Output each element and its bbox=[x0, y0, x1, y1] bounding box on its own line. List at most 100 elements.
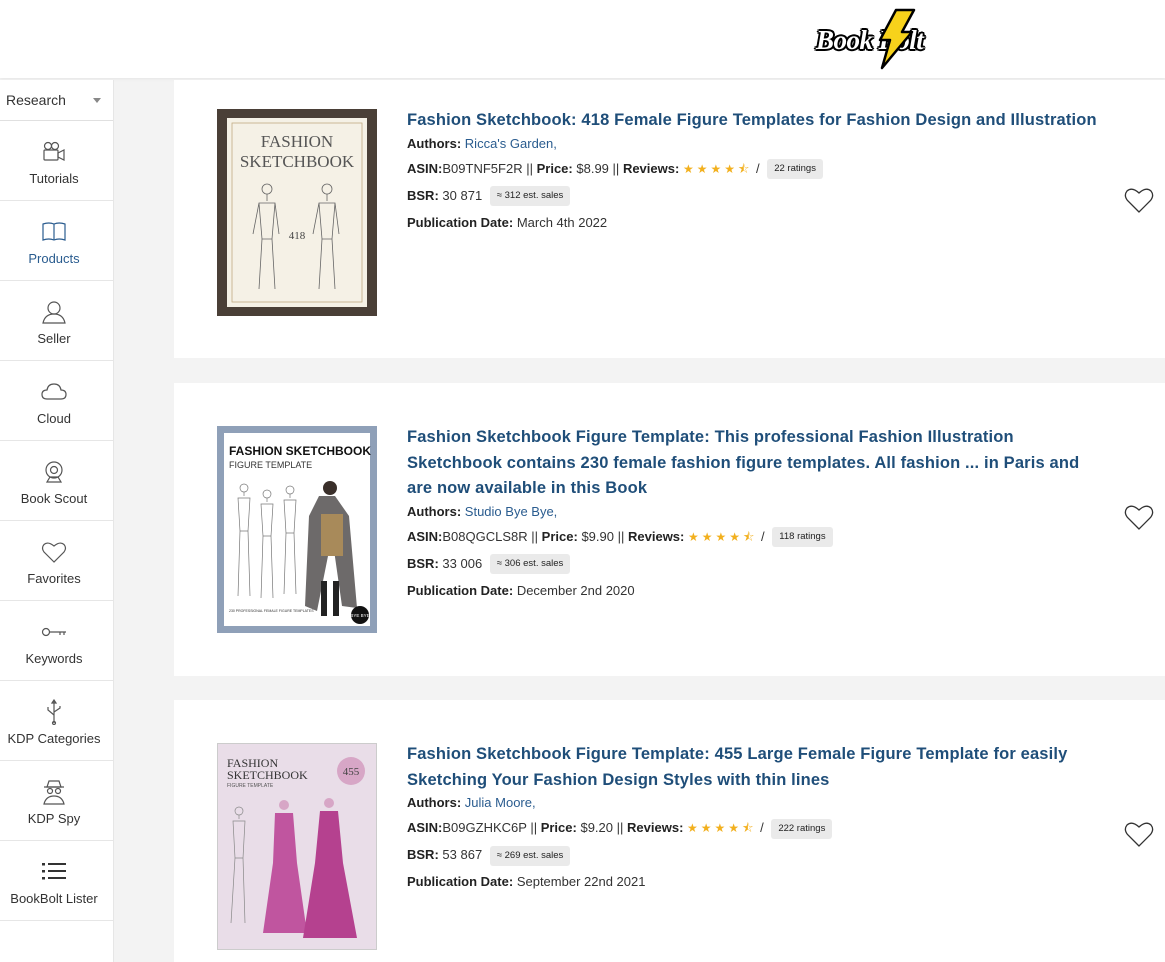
cover-title-line1: FASHION SKETCHBOOK bbox=[229, 444, 371, 458]
top-bar: Book Bolt bbox=[0, 0, 1165, 78]
authors-row: Authors: Ricca's Garden, bbox=[407, 136, 1107, 152]
author-link[interactable]: Studio Bye Bye, bbox=[465, 504, 558, 519]
price-value: $9.20 bbox=[580, 820, 614, 835]
sidebar-item-cloud[interactable]: Cloud bbox=[0, 361, 113, 441]
cover-title-line1: FASHION bbox=[261, 132, 333, 151]
product-title-link[interactable]: Fashion Sketchbook Figure Template: This… bbox=[407, 425, 1107, 502]
authors-label: Authors: bbox=[407, 503, 462, 519]
cover-number: 455 bbox=[343, 766, 360, 778]
author-link[interactable]: Ricca's Garden, bbox=[465, 136, 557, 151]
product-card: FASHION SKETCHBOOK 418 Fashion Sketchboo… bbox=[174, 80, 1165, 358]
publication-date-label: Publication Date: bbox=[407, 874, 514, 889]
separator: || bbox=[530, 820, 538, 835]
sidebar-item-products[interactable]: Products bbox=[0, 201, 113, 281]
reviews-label: Reviews: bbox=[622, 160, 680, 176]
bsr-value: 30 871 bbox=[442, 187, 483, 203]
list-icon bbox=[42, 863, 66, 880]
favorite-heart-icon[interactable] bbox=[1124, 503, 1154, 531]
sidebar-item-label: BookBolt Lister bbox=[10, 891, 98, 906]
separator: / bbox=[761, 528, 765, 544]
publication-date-value: September 22nd 2021 bbox=[516, 874, 646, 889]
cover-title-line3: FIGURE TEMPLATE bbox=[227, 783, 274, 789]
asin-value: B09GZHKC6P bbox=[442, 820, 527, 835]
cover-badge: BYE BYE bbox=[350, 613, 369, 618]
sidebar-item-favorites[interactable]: Favorites bbox=[0, 521, 113, 601]
sidebar-item-label: KDP Categories bbox=[7, 731, 101, 746]
sidebar-item-label: KDP Spy bbox=[27, 811, 81, 826]
separator: || bbox=[526, 160, 533, 176]
est-sales-badge: ≈ 269 est. sales bbox=[489, 845, 571, 866]
research-dropdown[interactable]: Research bbox=[0, 80, 113, 121]
lightning-bolt-icon bbox=[878, 8, 916, 70]
sidebar-item-bookbolt-lister[interactable]: BookBolt Lister bbox=[0, 841, 113, 921]
research-dropdown-label: Research bbox=[6, 92, 66, 108]
price-value: $8.99 bbox=[576, 160, 609, 176]
product-title-link[interactable]: Fashion Sketchbook: 418 Female Figure Te… bbox=[407, 108, 1107, 134]
sidebar-item-seller[interactable]: Seller bbox=[0, 281, 113, 361]
asin-value: B08QGCLS8R bbox=[442, 528, 528, 544]
cloud-icon bbox=[41, 383, 67, 400]
book-cover-image[interactable]: FASHION SKETCHBOOK 418 bbox=[217, 109, 377, 316]
user-icon bbox=[42, 301, 66, 324]
bsr-row: BSR: 53 867 ≈ 269 est. sales bbox=[407, 845, 1107, 866]
sidebar-item-kdp-spy[interactable]: KDP Spy bbox=[0, 761, 113, 841]
sidebar-item-label: Favorites bbox=[27, 571, 81, 586]
author-link[interactable]: Julia Moore, bbox=[465, 795, 536, 810]
heart-icon bbox=[41, 542, 67, 563]
separator: / bbox=[755, 160, 760, 176]
product-title-link[interactable]: Fashion Sketchbook Figure Template: 455 … bbox=[407, 742, 1107, 793]
asin-price-reviews-row: ASIN:B09TNF5F2R || Price: $8.99 || Revie… bbox=[407, 159, 1107, 180]
webcam-icon bbox=[45, 461, 63, 483]
cover-title-line2: SKETCHBOOK bbox=[227, 768, 308, 782]
separator: || bbox=[617, 528, 625, 544]
caret-down-icon bbox=[93, 98, 101, 103]
sidebar-item-kdp-categories[interactable]: KDP Categories bbox=[0, 681, 113, 761]
cover-title-line2: SKETCHBOOK bbox=[240, 152, 355, 171]
ratings-count-badge: 118 ratings bbox=[772, 527, 833, 548]
star-rating: ★★★★⯪ bbox=[687, 821, 757, 835]
price-value: $9.90 bbox=[581, 528, 614, 544]
publication-date-value: March 4th 2022 bbox=[516, 214, 608, 230]
cover-number: 418 bbox=[289, 230, 306, 242]
sidebar-item-label: Keywords bbox=[25, 651, 83, 666]
bsr-value: 33 006 bbox=[442, 555, 483, 571]
sidebar-item-tutorials[interactable]: Tutorials bbox=[0, 121, 113, 201]
usb-icon bbox=[47, 699, 61, 725]
publication-date-label: Publication Date: bbox=[407, 214, 514, 230]
reviews-label: Reviews: bbox=[627, 820, 684, 835]
publication-date-row: Publication Date: September 22nd 2021 bbox=[407, 872, 1107, 892]
product-info: Fashion Sketchbook Figure Template: 455 … bbox=[407, 742, 1107, 892]
book-cover-image[interactable]: FASHION SKETCHBOOK FIGURE TEMPLATE 455 bbox=[217, 743, 377, 950]
star-rating: ★★★★⯪ bbox=[682, 161, 753, 176]
publication-date-row: Publication Date: December 2nd 2020 bbox=[407, 581, 1107, 601]
sidebar-item-label: Tutorials bbox=[29, 171, 79, 186]
authors-label: Authors: bbox=[407, 135, 462, 151]
favorite-heart-icon[interactable] bbox=[1124, 820, 1154, 848]
favorite-heart-icon[interactable] bbox=[1124, 186, 1154, 214]
book-bolt-logo[interactable]: Book Bolt bbox=[816, 8, 966, 70]
separator: || bbox=[531, 528, 539, 544]
asin-label: ASIN: bbox=[407, 160, 443, 176]
sidebar-item-book-scout[interactable]: Book Scout bbox=[0, 441, 113, 521]
sidebar-item-label: Book Scout bbox=[20, 491, 88, 506]
bsr-label: BSR: bbox=[407, 555, 439, 571]
sidebar-item-keywords[interactable]: Keywords bbox=[0, 601, 113, 681]
product-info: Fashion Sketchbook: 418 Female Figure Te… bbox=[407, 108, 1107, 233]
asin-label: ASIN: bbox=[407, 820, 443, 835]
est-sales-badge: ≈ 312 est. sales bbox=[489, 186, 571, 207]
price-label: Price: bbox=[540, 820, 577, 835]
publication-date-value: December 2nd 2020 bbox=[516, 582, 635, 598]
bsr-label: BSR: bbox=[407, 847, 439, 862]
key-icon bbox=[41, 627, 66, 637]
product-card: FASHION SKETCHBOOK FIGURE TEMPLATE 230 P… bbox=[174, 383, 1165, 676]
authors-label: Authors: bbox=[407, 795, 462, 810]
book-cover-image[interactable]: FASHION SKETCHBOOK FIGURE TEMPLATE 230 P… bbox=[217, 426, 377, 633]
asin-price-reviews-row: ASIN:B09GZHKC6P || Price: $9.20 || Revie… bbox=[407, 818, 1107, 839]
sidebar-item-label: Products bbox=[28, 251, 80, 266]
product-info: Fashion Sketchbook Figure Template: This… bbox=[407, 425, 1107, 601]
asin-price-reviews-row: ASIN:B08QGCLS8R || Price: $9.90 || Revie… bbox=[407, 527, 1107, 548]
cover-title-line2: FIGURE TEMPLATE bbox=[229, 460, 312, 470]
publication-date-row: Publication Date: March 4th 2022 bbox=[407, 213, 1107, 233]
separator: || bbox=[616, 820, 624, 835]
ratings-count-badge: 22 ratings bbox=[767, 159, 823, 180]
